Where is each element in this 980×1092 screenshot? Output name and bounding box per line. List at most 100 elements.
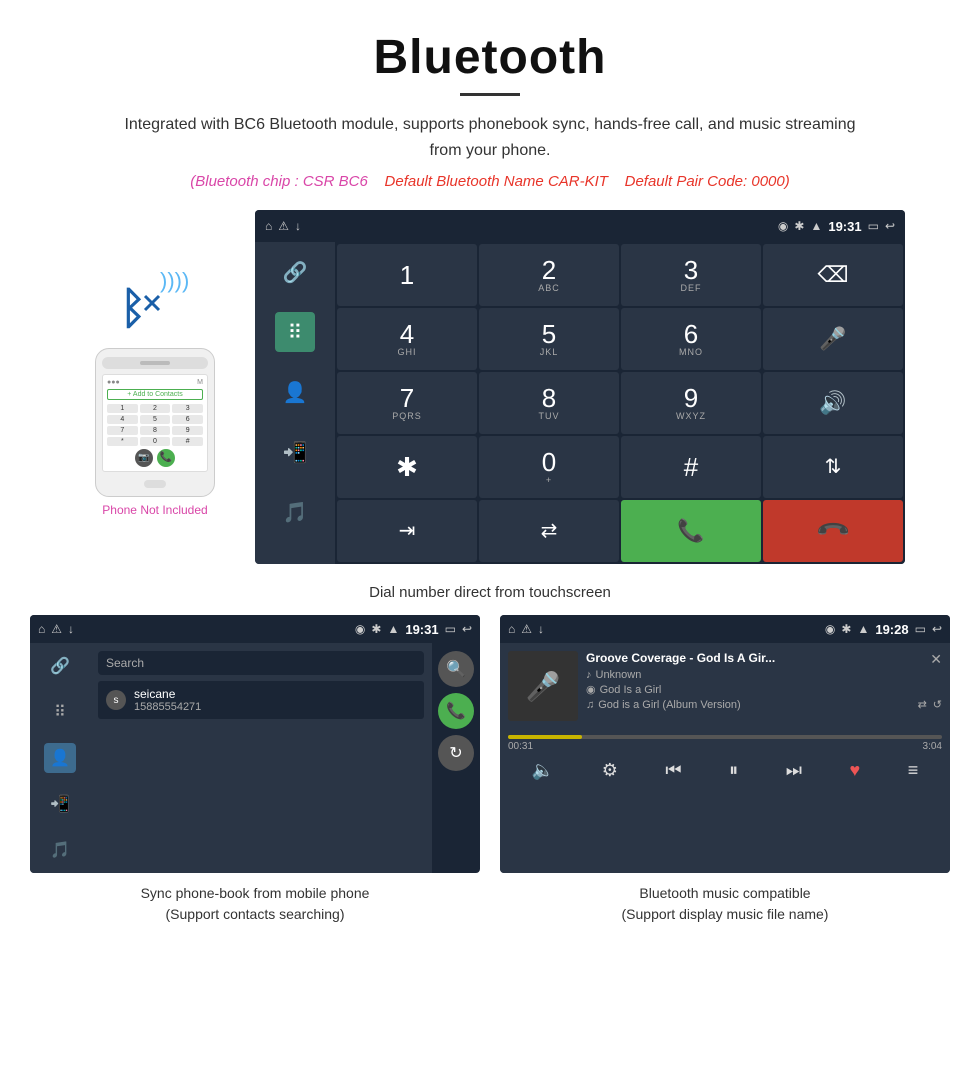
sidebar-transfer-icon[interactable]: 📲 <box>275 432 315 472</box>
phonebook-screen: ⌂ ⚠ ↓ ◉ ✱ ▲ 19:31 ▭ ↩ <box>30 615 480 873</box>
music-progress: 00:31 3:04 <box>508 735 942 752</box>
page-header: Bluetooth Integrated with BC6 Bluetooth … <box>0 0 980 210</box>
sidebar-music-icon[interactable]: 🎵 <box>275 492 315 532</box>
bottom-screenshots: ⌂ ⚠ ↓ ◉ ✱ ▲ 19:31 ▭ ↩ <box>0 615 980 925</box>
pb-warn-icon: ⚠ <box>51 622 62 636</box>
pb-caption-line1: Sync phone-book from mobile phone <box>141 885 370 901</box>
dial-key-star[interactable]: ✱ <box>337 436 477 498</box>
phonebook-actions: 🔍 📞 ↻ <box>432 643 480 873</box>
dial-caption: Dial number direct from touchscreen <box>0 574 980 615</box>
mu-bt-icon: ✱ <box>841 622 851 636</box>
progress-bar-fill <box>508 735 582 739</box>
mu-body: 🎤 Groove Coverage - God Is A Gir... ✕ ♪ … <box>500 643 950 873</box>
wifi-icon: ▲ <box>810 219 822 233</box>
car-dial-screen: ⌂ ⚠ ↓ ◉ ✱ ▲ 19:31 ▭ ↩ 🔗 ⠿ <box>255 210 905 564</box>
dial-key-swap[interactable]: ⇅ <box>763 436 903 498</box>
volume-ctrl-btn[interactable]: 🔈 <box>532 760 554 781</box>
music-album: ◉ God Is a Girl <box>586 683 942 696</box>
dial-key-transfer[interactable]: ⇄ <box>479 500 619 562</box>
music-header: 🎤 Groove Coverage - God Is A Gir... ✕ ♪ … <box>508 651 942 721</box>
contact-entry[interactable]: s seicane 15885554271 <box>98 681 424 719</box>
dial-key-7[interactable]: 7 PQRS <box>337 372 477 434</box>
mu-caption: Bluetooth music compatible (Support disp… <box>622 883 829 925</box>
dial-key-hash[interactable]: # <box>621 436 761 498</box>
music-close-btn[interactable]: ✕ <box>930 651 942 668</box>
mu-wifi-icon: ▲ <box>857 622 869 636</box>
music-info-panel: Groove Coverage - God Is A Gir... ✕ ♪ Un… <box>586 651 942 713</box>
disc-icon: ◉ <box>586 683 596 696</box>
pb-transfer-icon[interactable]: 📲 <box>44 789 76 819</box>
progress-bar-bg[interactable] <box>508 735 942 739</box>
pb-call-btn[interactable]: 📞 <box>438 693 474 729</box>
pb-search-btn[interactable]: 🔍 <box>438 651 474 687</box>
dial-key-merge[interactable]: ⇥ <box>337 500 477 562</box>
phone-key-2: 2 <box>140 404 171 413</box>
dial-key-2[interactable]: 2 ABC <box>479 244 619 306</box>
dial-key-3[interactable]: 3 DEF <box>621 244 761 306</box>
phone-call-btn: 📞 <box>157 449 175 467</box>
pb-music-icon[interactable]: 🎵 <box>44 835 76 865</box>
music-title: Groove Coverage - God Is A Gir... <box>586 651 775 665</box>
pb-link-icon[interactable]: 🔗 <box>44 651 76 681</box>
contact-name: seicane <box>134 687 416 701</box>
status-time: 19:31 <box>828 219 861 234</box>
repeat-icon[interactable]: ↺ <box>933 698 942 711</box>
dial-key-5[interactable]: 5 JKL <box>479 308 619 370</box>
dial-key-mute[interactable]: 🎤 <box>763 308 903 370</box>
dial-key-end[interactable]: 📞 <box>763 500 903 562</box>
pb-caption: Sync phone-book from mobile phone (Suppo… <box>141 883 370 925</box>
contact-info: seicane 15885554271 <box>134 687 416 713</box>
next-btn[interactable]: ⏭ <box>786 760 802 781</box>
title-underline <box>460 93 520 96</box>
dial-key-6[interactable]: 6 MNO <box>621 308 761 370</box>
mu-back-icon[interactable]: ↩ <box>932 622 942 636</box>
pb-dialpad-icon[interactable]: ⠿ <box>44 697 76 727</box>
sidebar-link-icon[interactable]: 🔗 <box>275 252 315 292</box>
pb-status-left: ⌂ ⚠ ↓ <box>38 622 74 636</box>
play-pause-btn[interactable]: ⏸ <box>729 760 738 781</box>
shuffle-icon[interactable]: ⇄ <box>918 698 927 711</box>
mu-status-left: ⌂ ⚠ ↓ <box>508 622 544 636</box>
spec-name: Default Bluetooth Name CAR-KIT <box>385 173 608 190</box>
phone-not-included: Phone Not Included <box>102 503 207 517</box>
pb-refresh-btn[interactable]: ↻ <box>438 735 474 771</box>
status-left: ⌂ ⚠ ↓ <box>265 219 301 233</box>
pb-back-icon[interactable]: ↩ <box>462 622 472 636</box>
playlist-btn[interactable]: ≡ <box>908 760 919 781</box>
bluetooth-signal-svg: )))) ᛒ <box>115 258 195 338</box>
phone-bottom-row: 📷 📞 <box>107 449 203 467</box>
eq-btn[interactable]: ⚙ <box>602 760 618 781</box>
search-placeholder: Search <box>106 656 144 670</box>
warning-icon: ⚠ <box>278 219 289 233</box>
sidebar-dialpad-icon[interactable]: ⠿ <box>275 312 315 352</box>
dial-key-0[interactable]: 0 + <box>479 436 619 498</box>
phone-dialpad: 1 2 3 4 5 6 7 8 9 * 0 # <box>107 404 203 446</box>
pb-bt-icon: ✱ <box>371 622 381 636</box>
dial-key-9[interactable]: 9 WXYZ <box>621 372 761 434</box>
bluetooth-specs: (Bluetooth chip : CSR BC6 Default Blueto… <box>40 173 940 190</box>
album-art: 🎤 <box>508 651 578 721</box>
pb-contacts-icon[interactable]: 👤 <box>44 743 76 773</box>
mu-warn-icon: ⚠ <box>521 622 532 636</box>
dial-key-4[interactable]: 4 GHI <box>337 308 477 370</box>
search-bar[interactable]: Search <box>98 651 424 675</box>
sidebar-contacts-icon[interactable]: 👤 <box>275 372 315 412</box>
dial-key-call[interactable]: 📞 <box>621 500 761 562</box>
dial-key-backspace[interactable]: ⌫ <box>763 244 903 306</box>
phonebook-content: Search s seicane 15885554271 <box>90 643 432 873</box>
car-body: 🔗 ⠿ 👤 📲 🎵 1 2 ABC <box>255 242 905 564</box>
mu-time: 19:28 <box>875 622 908 637</box>
car-status-bar: ⌂ ⚠ ↓ ◉ ✱ ▲ 19:31 ▭ ↩ <box>255 210 905 242</box>
dial-key-volume[interactable]: 🔊 <box>763 372 903 434</box>
heart-btn[interactable]: ♥ <box>849 760 860 781</box>
pb-usb-icon: ↓ <box>68 622 74 636</box>
progress-total: 3:04 <box>923 741 942 752</box>
car-sidebar: 🔗 ⠿ 👤 📲 🎵 <box>255 242 335 564</box>
pb-time: 19:31 <box>405 622 438 637</box>
bluetooth-icon-area: )))) ᛒ <box>115 258 195 338</box>
phone-key-6: 6 <box>172 415 203 424</box>
back-icon[interactable]: ↩ <box>885 219 895 233</box>
prev-btn[interactable]: ⏮ <box>665 760 681 781</box>
dial-key-8[interactable]: 8 TUV <box>479 372 619 434</box>
dial-key-1[interactable]: 1 <box>337 244 477 306</box>
